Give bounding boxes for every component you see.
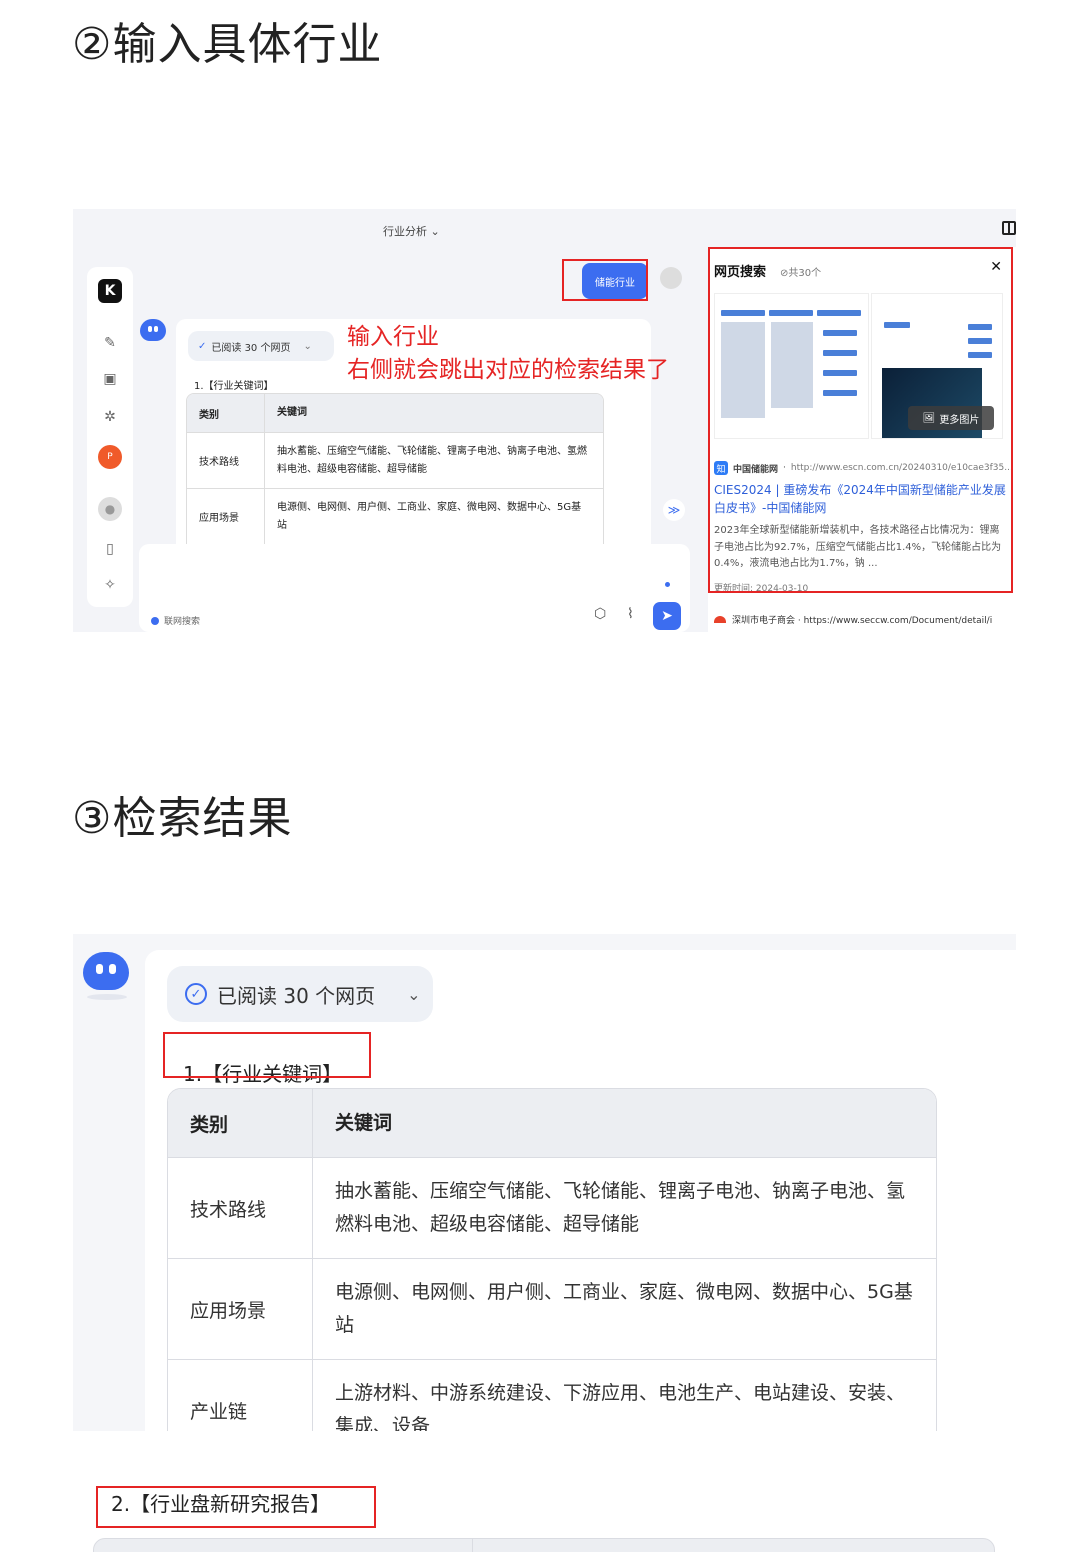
scroll-down-button[interactable]: ≫ — [663, 499, 685, 521]
table-row: 技术路线 抽水蓄能、压缩空气储能、飞轮储能、锂离子电池、钠离子电池、氢燃料电池、… — [168, 1157, 936, 1258]
status-dot — [665, 582, 670, 587]
check-icon: ✓ — [185, 983, 207, 1005]
history-icon[interactable]: ▣ — [98, 367, 122, 391]
assistant-avatar — [140, 319, 166, 341]
table-header: 类别 — [168, 1089, 313, 1157]
new-chat-icon[interactable]: ✎ — [98, 331, 122, 355]
table-cell: 上游材料、中游系统建设、下游应用、电池生产、电站建设、安装、集成、设备 — [335, 1382, 906, 1431]
cube-icon[interactable]: ⬡ — [594, 606, 606, 622]
screenshot-report-section: 2.【行业盘新研究报告】 — [73, 1474, 1016, 1552]
table-row: 应用场景 电源侧、电网侧、用户侧、工商业、家庭、微电网、数据中心、5G基站 — [168, 1258, 936, 1359]
step2-heading: ②输入具体行业 — [72, 19, 383, 70]
keyword-table: 类别 关键词 技术路线 抽水蓄能、压缩空气储能、飞轮储能、锂离子电池、钠离子电池… — [167, 1088, 937, 1431]
web-search-toggle[interactable]: 联网搜索 — [151, 614, 200, 627]
table-cell: 应用场景 — [187, 489, 265, 544]
table-cell: 电源侧、电网侧、用户侧、工商业、家庭、微电网、数据中心、5G基站 — [335, 1281, 913, 1336]
user-avatar-icon[interactable]: ● — [98, 497, 122, 521]
puzzle-icon[interactable]: ✧ — [98, 573, 122, 597]
attach-icon[interactable]: ⌇ — [627, 606, 634, 622]
read-pages-pill[interactable]: ✓ 已阅读 30 个网页 ⌄ — [188, 331, 334, 361]
highlight-box — [163, 1032, 371, 1078]
split-view-icon[interactable] — [1002, 221, 1016, 235]
table-cell: 技术路线 — [187, 433, 265, 488]
highlight-box — [708, 247, 1013, 593]
chevron-down-icon: ⌄ — [303, 340, 312, 352]
user-avatar — [660, 267, 682, 289]
assistant-message: ✓ 已阅读 30 个网页 ⌄ 1.【行业关键词】 类别 关键词 技术路线 抽水蓄… — [145, 950, 1016, 1431]
table-cell: 应用场景 — [168, 1259, 313, 1359]
section-label: 1.【行业关键词】 — [194, 381, 274, 392]
table-cell: 抽水蓄能、压缩空气储能、飞轮储能、锂离子电池、钠离子电池、氢燃料电池、超级电容储… — [335, 1180, 906, 1235]
highlight-box — [562, 259, 648, 301]
screenshot-search-results: ✓ 已阅读 30 个网页 ⌄ 1.【行业关键词】 类别 关键词 技术路线 抽水蓄… — [73, 934, 1016, 1431]
phone-icon[interactable]: ▯ — [98, 537, 122, 561]
table-row: 产业链 上游材料、中游系统建设、下游应用、电池生产、电站建设、安装、集成、设备 — [168, 1359, 936, 1431]
screenshot-input-industry: 行业分析 ⌄ K ✎ ▣ ✲ P ● ▯ ✧ ✓ 已阅读 30 个网页 ⌄ 1.… — [73, 209, 1016, 632]
table-header: 关键词 — [335, 1111, 393, 1134]
table-cell: 产业链 — [168, 1360, 313, 1431]
chat-input[interactable]: 联网搜索 ⬡ ⌇ ➤ — [139, 544, 690, 632]
sidebar: K ✎ ▣ ✲ P ● ▯ ✧ — [87, 267, 133, 607]
table-cell: 抽水蓄能、压缩空气储能、飞轮储能、锂离子电池、钠离子电池、氢燃料电池、超级电容储… — [277, 445, 587, 475]
assistant-avatar — [83, 952, 129, 990]
next-result-source[interactable]: 深圳市电子商会 · https://www.seccw.com/Document… — [714, 613, 992, 626]
chevron-down-icon: ⌄ — [407, 984, 421, 1004]
table-header: 关键词 — [277, 407, 307, 418]
table-header: 类别 — [187, 394, 265, 432]
report-table-header — [93, 1538, 995, 1552]
annotation: 输入行业 右侧就会跳出对应的检索结果了 — [347, 324, 669, 383]
ppt-icon[interactable]: P — [98, 445, 122, 469]
send-button[interactable]: ➤ — [653, 602, 681, 630]
plugin-icon[interactable]: ✲ — [98, 405, 122, 429]
window-title[interactable]: 行业分析 ⌄ — [383, 223, 440, 239]
keyword-table: 类别 关键词 技术路线 抽水蓄能、压缩空气储能、飞轮储能、锂离子电池、钠离子电池… — [186, 393, 604, 559]
check-icon: ✓ — [198, 340, 207, 352]
app-logo-icon[interactable]: K — [98, 279, 122, 303]
read-pages-pill[interactable]: ✓ 已阅读 30 个网页 ⌄ — [167, 966, 433, 1022]
table-cell: 电源侧、电网侧、用户侧、工商业、家庭、微电网、数据中心、5G基站 — [277, 501, 582, 531]
step3-heading: ③检索结果 — [72, 793, 293, 844]
table-cell: 技术路线 — [168, 1158, 313, 1258]
highlight-box — [96, 1486, 376, 1528]
